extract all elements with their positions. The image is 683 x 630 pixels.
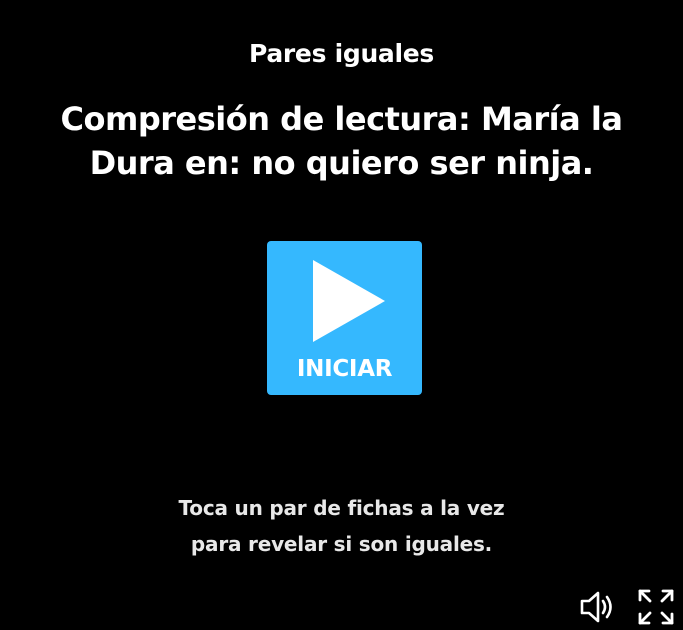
play-icon [313,260,385,342]
start-button-label: INICIAR [296,356,393,382]
fullscreen-button[interactable] [637,588,675,626]
start-button[interactable]: INICIAR [267,241,422,395]
activity-type-label: Pares iguales [248,39,435,68]
speaker-icon [580,591,612,623]
sound-button[interactable] [578,588,616,626]
instructions-line-2: para revelar si son iguales. [190,532,493,556]
activity-title: Compresión de lectura: María la Dura en:… [60,100,623,182]
instructions-text: Toca un par de fichas a la vez para reve… [140,490,543,562]
fullscreen-icon [638,589,674,625]
instructions-line-1: Toca un par de fichas a la vez [178,496,505,520]
